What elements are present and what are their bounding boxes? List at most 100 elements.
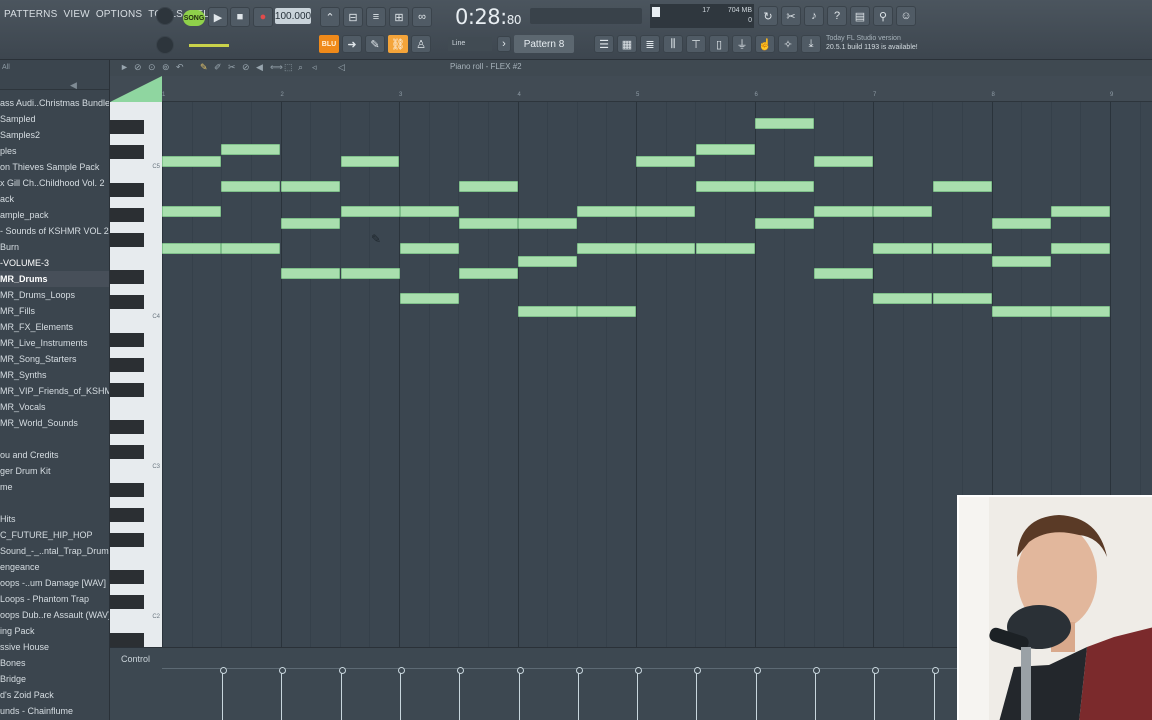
arrow-left-icon[interactable]: ◀ [70, 80, 77, 91]
black-key[interactable] [110, 383, 144, 397]
browser-item[interactable]: oops Dub..re Assault (WAV) [0, 607, 109, 623]
browser-item[interactable]: MR_Synths [0, 367, 109, 383]
midi-note[interactable] [281, 218, 340, 229]
velocity-stem[interactable] [517, 667, 524, 720]
midi-note[interactable] [400, 243, 459, 254]
midi-note[interactable] [696, 144, 755, 155]
velocity-stem[interactable] [220, 667, 227, 720]
midi-note[interactable] [459, 181, 518, 192]
midi-note[interactable] [1051, 243, 1110, 254]
browser-item[interactable]: MR_FX_Elements [0, 319, 109, 335]
black-key[interactable] [110, 445, 144, 459]
master-knob[interactable] [156, 7, 174, 25]
browser-item[interactable]: -VOLUME-3 [0, 255, 109, 271]
scissors-icon[interactable]: ✂ [228, 62, 236, 73]
midi-note[interactable] [696, 181, 755, 192]
stop-button[interactable]: ■ [230, 7, 250, 27]
browser-item[interactable]: ack [0, 191, 109, 207]
midi-note[interactable] [933, 181, 992, 192]
touch-button[interactable]: ☝ [755, 35, 775, 53]
midi-note[interactable] [459, 268, 518, 279]
midi-note[interactable] [992, 256, 1051, 267]
midi-note[interactable] [814, 268, 873, 279]
browser-item[interactable]: Hits [0, 511, 109, 527]
midi-note[interactable] [992, 218, 1051, 229]
browser-item[interactable]: MR_Fills [0, 303, 109, 319]
browser-item[interactable]: Burn [0, 239, 109, 255]
plugin-button[interactable]: ⚲ [873, 6, 893, 26]
delete-icon[interactable]: ⊘ [242, 62, 250, 73]
black-key[interactable] [110, 183, 144, 197]
playback-icon[interactable]: ◃ [312, 62, 317, 73]
piano-roll-button[interactable]: ▦ [617, 35, 637, 53]
blend-notes-button[interactable]: ⊞ [389, 7, 409, 27]
browser-item[interactable]: d's Zoid Pack [0, 687, 109, 703]
browser-item[interactable]: ample_pack [0, 207, 109, 223]
brush-icon[interactable]: ✐ [214, 62, 222, 73]
black-key[interactable] [110, 358, 144, 372]
pitch-knob[interactable] [156, 36, 174, 54]
playlist-button[interactable]: ☰ [594, 35, 614, 53]
browser-item[interactable]: - Sounds of KSHMR VOL 2 [0, 223, 109, 239]
browser-item[interactable]: unds - Chainflume [0, 703, 109, 719]
midi-note[interactable] [1051, 306, 1110, 317]
midi-note[interactable] [814, 156, 873, 167]
midi-note[interactable] [755, 118, 814, 129]
browser-item[interactable] [0, 495, 109, 511]
snap-mode-button[interactable]: BLU [319, 35, 339, 53]
midi-note[interactable] [221, 144, 280, 155]
menu-options[interactable]: OPTIONS [96, 9, 142, 20]
browser-item[interactable]: MR_VIP_Friends_of_KSHMR [0, 383, 109, 399]
record-button[interactable]: ● [253, 7, 273, 27]
browser-item[interactable]: MR_World_Sounds [0, 415, 109, 431]
piano-roll-timeline[interactable]: 1 2 3 4 5 6 7 8 9 [110, 76, 1152, 102]
velocity-stem[interactable] [576, 667, 583, 720]
browser-item[interactable]: MR_Vocals [0, 399, 109, 415]
browser-item[interactable]: oops -..um Damage [WAV] [0, 575, 109, 591]
midi-note[interactable] [873, 243, 932, 254]
magnet-icon[interactable]: ⊘ [134, 62, 142, 73]
black-key[interactable] [110, 420, 144, 434]
browser-item[interactable]: ou and Credits [0, 447, 109, 463]
midi-note[interactable] [400, 293, 459, 304]
loop-record-button[interactable]: ∞ [412, 7, 432, 27]
play-small-icon[interactable]: ⊚ [162, 62, 170, 73]
midi-note[interactable] [577, 306, 636, 317]
mic-button[interactable]: ♪ [804, 6, 824, 26]
velocity-stem[interactable] [932, 667, 939, 720]
midi-note[interactable] [577, 243, 636, 254]
news-panel[interactable]: Today FL Studio version 20.5.1 build 119… [826, 34, 918, 52]
midi-note[interactable] [577, 206, 636, 217]
browser-item[interactable]: Samples2 [0, 127, 109, 143]
link-button[interactable]: ⛓ [388, 35, 408, 53]
stamp-small-icon[interactable]: ⊙ [148, 62, 156, 73]
browser-item[interactable]: x Gill Ch..Childhood Vol. 2 [0, 175, 109, 191]
midi-note[interactable] [400, 206, 459, 217]
speaker-icon[interactable]: ◁ [338, 62, 345, 73]
slip-icon[interactable]: ⟺ [270, 62, 283, 73]
browser-item[interactable]: Sound_-_..ntal_Trap_Drums [0, 543, 109, 559]
velocity-stem[interactable] [398, 667, 405, 720]
midi-note[interactable] [281, 268, 340, 279]
browser-item[interactable]: MR_Song_Starters [0, 351, 109, 367]
undo-icon[interactable]: ↶ [176, 62, 184, 73]
play-button[interactable]: ▶ [208, 7, 228, 27]
midi-note[interactable] [933, 243, 992, 254]
midi-note[interactable] [992, 306, 1051, 317]
black-key[interactable] [110, 570, 144, 584]
piano-keyboard[interactable]: C5 C4 C3 C2 [110, 102, 162, 647]
browser-item[interactable]: Sampled [0, 111, 109, 127]
mute-icon[interactable]: ◀ [256, 62, 263, 73]
black-key[interactable] [110, 270, 144, 284]
midi-note[interactable] [755, 181, 814, 192]
browser-item[interactable]: MR_Drums [0, 271, 109, 287]
pattern-selector[interactable]: Pattern 8 [514, 35, 574, 53]
black-key[interactable] [110, 333, 144, 347]
channel-rack-button[interactable]: ≣ [640, 35, 660, 53]
browser-item[interactable]: Loops - Phantom Trap [0, 591, 109, 607]
help-button[interactable]: ? [827, 6, 847, 26]
midi-note[interactable] [341, 156, 399, 167]
menu-patterns[interactable]: PATTERNS [4, 9, 57, 20]
midi-note[interactable] [518, 218, 577, 229]
midi-note[interactable] [162, 206, 221, 217]
